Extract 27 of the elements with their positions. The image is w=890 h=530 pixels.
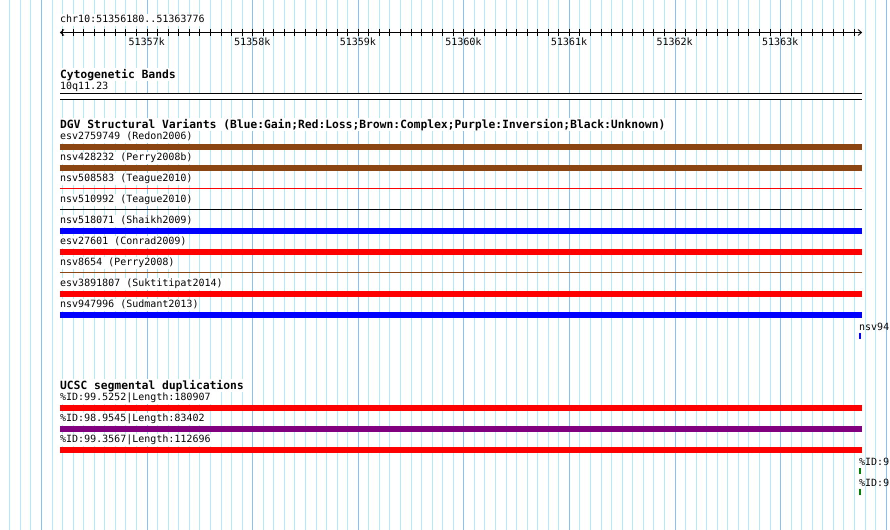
track-title[interactable]: DGV Structural Variants (Blue:Gain;Red:Loss;Brown:Complex;Purple:Inversion;Black:Unknown) bbox=[60, 118, 666, 131]
feature-label: esv27601 (Conrad2009) bbox=[60, 236, 186, 248]
feature-label: 10q11.23 bbox=[60, 81, 108, 93]
feature-label: %ID:99.5252|Length:180907 bbox=[60, 392, 211, 404]
tick-label: 51359k bbox=[340, 37, 376, 48]
tick-label: 51362k bbox=[656, 37, 693, 48]
tick-label: 51358k bbox=[234, 37, 270, 48]
feature-label: %ID:9 bbox=[859, 457, 890, 469]
feature-label: esv2759749 (Redon2006) bbox=[60, 131, 192, 143]
feature-label: nsv947996 (Sudmant2013) bbox=[60, 299, 198, 311]
tick-label: 51361k bbox=[550, 37, 587, 48]
location-label: chr10:51356180..51363776 bbox=[60, 14, 204, 26]
track-title[interactable]: UCSC segmental duplications bbox=[60, 379, 244, 392]
feature-label: %ID:9 bbox=[859, 478, 890, 490]
tick-label: 51363k bbox=[762, 37, 798, 48]
feature-label: nsv8654 (Perry2008) bbox=[60, 257, 174, 269]
feature-label: nsv518071 (Shaikh2009) bbox=[60, 215, 192, 227]
feature-label: nsv94 bbox=[859, 322, 890, 334]
feature-label: esv3891807 (Suktitipat2014) bbox=[60, 278, 223, 290]
feature-label: nsv510992 (Teague2010) bbox=[60, 194, 192, 206]
feature-label: %ID:99.3567|Length:112696 bbox=[60, 434, 211, 446]
tick-label: 51357k bbox=[128, 37, 165, 48]
feature-label: nsv508583 (Teague2010) bbox=[60, 173, 192, 185]
feature-label: nsv428232 (Perry2008b) bbox=[60, 152, 192, 164]
tick-label: 51360k bbox=[445, 37, 482, 48]
track-title[interactable]: Cytogenetic Bands bbox=[60, 68, 176, 81]
feature-label: %ID:98.9545|Length:83402 bbox=[60, 413, 204, 425]
